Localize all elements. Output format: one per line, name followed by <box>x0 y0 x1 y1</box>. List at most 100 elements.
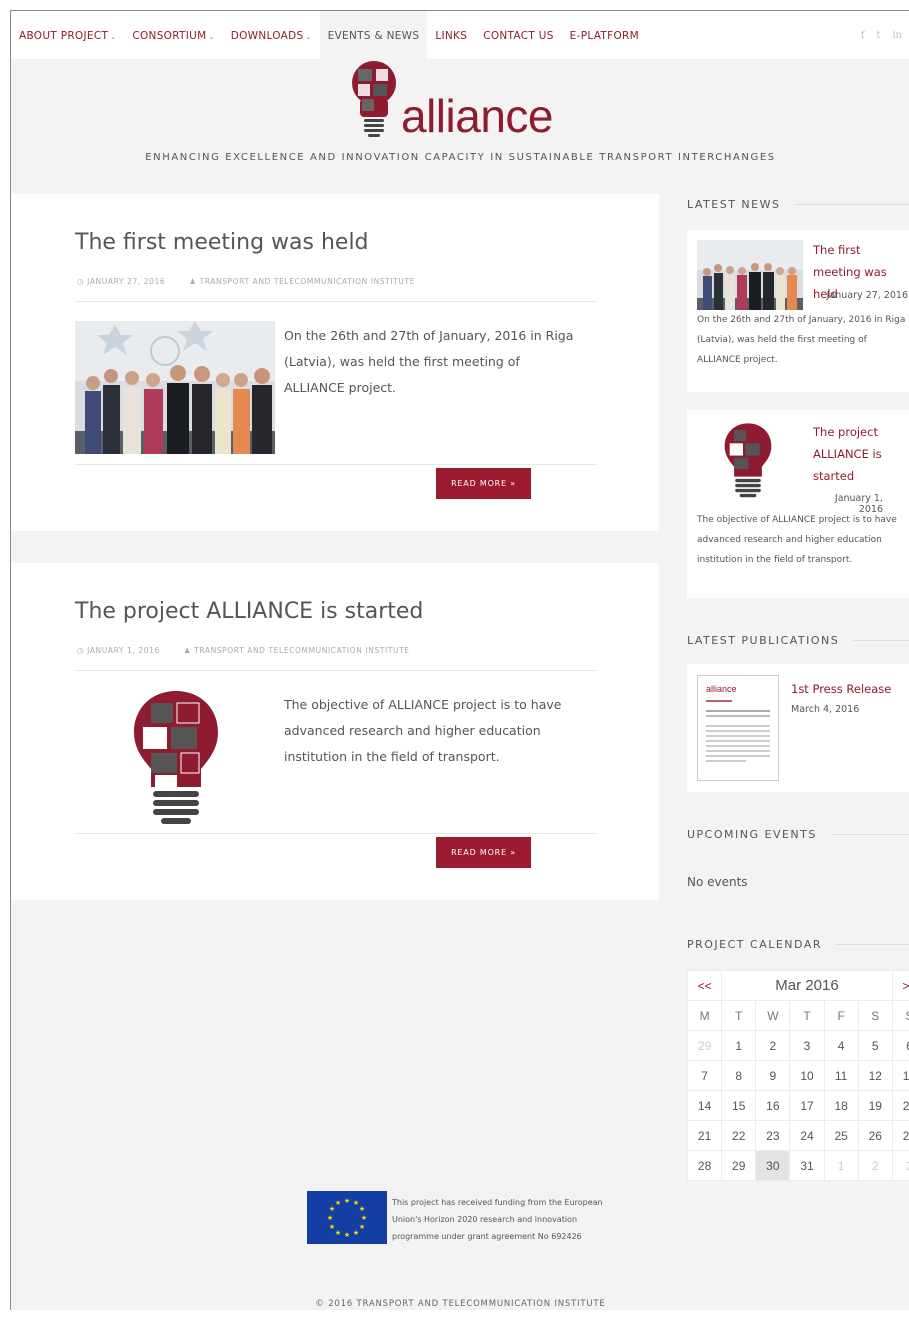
calendar-day[interactable]: 8 <box>721 1060 757 1091</box>
post-author[interactable]: TRANSPORT AND TELECOMMUNICATION INSTITUT… <box>194 646 409 655</box>
calendar-day[interactable]: 21 <box>686 1120 723 1151</box>
nav-consortium[interactable]: CONSORTIUM ⌄ <box>124 11 222 59</box>
calendar-day[interactable]: 27 <box>891 1120 909 1151</box>
calendar-day[interactable]: 19 <box>857 1090 893 1121</box>
weekday-label: F <box>823 1000 859 1031</box>
project-calendar: << Mar 2016 >> M T W T F S S 29 1 2 3 4 … <box>686 970 909 1181</box>
publication-title[interactable]: 1st Press Release <box>791 678 891 700</box>
calendar-day[interactable]: 31 <box>789 1150 825 1181</box>
post-author[interactable]: TRANSPORT AND TELECOMMUNICATION INSTITUT… <box>200 277 415 286</box>
user-icon: ♟ <box>189 277 197 286</box>
post-meta: ◷ JANUARY 27, 2016 ♟ TRANSPORT AND TELEC… <box>77 277 415 286</box>
calendar-day[interactable]: 22 <box>721 1120 757 1151</box>
calendar-day[interactable]: 17 <box>789 1090 825 1121</box>
divider <box>75 464 597 465</box>
calendar-day[interactable]: 3 <box>891 1150 909 1181</box>
news-thumbnail[interactable] <box>697 240 803 310</box>
nav-links[interactable]: LINKS <box>427 11 475 59</box>
calendar-day[interactable]: 15 <box>721 1090 757 1121</box>
calendar-day[interactable]: 4 <box>823 1030 859 1061</box>
nav-contact-us[interactable]: CONTACT US <box>475 11 561 59</box>
calendar-week-row: 28 29 30 31 1 2 3 <box>686 1150 909 1181</box>
calendar-day[interactable]: 2 <box>755 1030 791 1061</box>
top-navigation: ABOUT PROJECT ⌄ CONSORTIUM ⌄ DOWNLOADS ⌄ EV… <box>11 11 909 59</box>
calendar-day[interactable]: 26 <box>857 1120 893 1151</box>
calendar-day[interactable]: 25 <box>823 1120 859 1151</box>
twitter-icon[interactable]: t <box>876 30 880 41</box>
chevron-down-icon: ⌄ <box>110 33 117 41</box>
news-widget-title[interactable]: The project ALLIANCE is started <box>813 421 898 487</box>
linkedin-icon[interactable]: in <box>892 30 902 41</box>
facebook-icon[interactable]: f <box>861 30 865 41</box>
calendar-day[interactable]: 1 <box>823 1150 859 1181</box>
weekday-label: S <box>857 1000 893 1031</box>
calendar-day[interactable]: 29 <box>686 1030 723 1061</box>
calendar-day[interactable]: 18 <box>823 1090 859 1121</box>
lightbulb-illustration[interactable] <box>131 687 221 827</box>
nav-about-project[interactable]: ABOUT PROJECT ⌄ <box>11 11 124 59</box>
calendar-prev-button[interactable]: << <box>686 970 723 1001</box>
publication-thumbnail[interactable]: alliance <box>697 675 779 781</box>
nav-downloads[interactable]: DOWNLOADS ⌄ <box>223 11 320 59</box>
post-date[interactable]: JANUARY 27, 2016 <box>87 277 165 286</box>
site-logo[interactable]: alliance <box>346 59 606 149</box>
meeting-group-photo[interactable] <box>75 321 275 454</box>
post-excerpt: On the 26th and 27th of January, 2016 in… <box>284 328 574 395</box>
calendar-month-label: Mar 2016 <box>721 970 893 1001</box>
post-date[interactable]: JANUARY 1, 2016 <box>87 646 160 655</box>
calendar-day[interactable]: 28 <box>686 1150 723 1181</box>
news-widget-item: The project ALLIANCE is started January … <box>687 410 909 598</box>
publication-thumb-logo: alliance <box>706 684 737 694</box>
calendar-day[interactable]: 1 <box>721 1030 757 1061</box>
calendar-day[interactable]: 2 <box>857 1150 893 1181</box>
news-thumbnail-lightbulb[interactable] <box>723 420 773 500</box>
calendar-day[interactable]: 20 <box>891 1090 909 1121</box>
calendar-day[interactable]: 16 <box>755 1090 791 1121</box>
calendar-day[interactable]: 7 <box>686 1060 723 1091</box>
post-meta: ◷ JANUARY 1, 2016 ♟ TRANSPORT AND TELECO… <box>77 646 410 655</box>
weekday-label: W <box>755 1000 791 1031</box>
calendar-day[interactable]: 23 <box>755 1120 791 1151</box>
nav-e-platform[interactable]: E-PLATFORM <box>562 11 647 59</box>
chevron-down-icon: ⌄ <box>208 33 215 41</box>
divider <box>75 301 597 302</box>
svg-text:★: ★ <box>361 1214 367 1222</box>
calendar-day[interactable]: 29 <box>721 1150 757 1181</box>
read-more-button[interactable]: READ MORE » <box>436 837 531 868</box>
calendar-week-row: 21 22 23 24 25 26 27 <box>686 1120 909 1151</box>
eu-flag-icon: ★ ★ ★ ★ ★ ★ ★ ★ ★ ★ ★ ★ <box>307 1191 387 1244</box>
eu-stars-icon: ★ ★★ ★★★ ★★★ ★★★ <box>327 1197 367 1239</box>
divider <box>75 670 597 671</box>
calendar-day[interactable]: 12 <box>857 1060 893 1091</box>
clock-icon: ◷ <box>77 277 85 286</box>
read-more-button[interactable]: READ MORE » <box>436 468 531 499</box>
weekday-label: T <box>721 1000 757 1031</box>
calendar-day[interactable]: 3 <box>789 1030 825 1061</box>
calendar-day[interactable]: 11 <box>823 1060 859 1091</box>
calendar-next-button[interactable]: >> <box>891 970 909 1001</box>
calendar-day[interactable]: 13 <box>891 1060 909 1091</box>
post-title[interactable]: The first meeting was held <box>75 230 369 255</box>
calendar-day[interactable]: 6 <box>891 1030 909 1061</box>
calendar-day[interactable]: 5 <box>857 1030 893 1061</box>
calendar-day[interactable]: 9 <box>755 1060 791 1091</box>
svg-text:★: ★ <box>335 1199 341 1207</box>
post-title[interactable]: The project ALLIANCE is started <box>75 599 423 624</box>
calendar-day[interactable]: 14 <box>686 1090 723 1121</box>
svg-text:★: ★ <box>329 1223 335 1231</box>
post-card: The project ALLIANCE is started ◷ JANUAR… <box>11 563 659 900</box>
calendar-day-today[interactable]: 30 <box>755 1150 791 1181</box>
logo-wordmark: alliance <box>401 90 554 142</box>
calendar-header-row: << Mar 2016 >> <box>686 970 909 1001</box>
nav-events-news[interactable]: EVENTS & NEWS <box>319 11 428 59</box>
news-widget-date: January 27, 2016 <box>826 290 908 301</box>
social-links: f t in <box>861 11 902 59</box>
project-calendar-heading: PROJECT CALENDAR <box>687 938 909 951</box>
calendar-day[interactable]: 10 <box>789 1060 825 1091</box>
calendar-weekday-row: M T W T F S S <box>686 1000 909 1031</box>
latest-publications-heading: LATEST PUBLICATIONS <box>687 634 909 647</box>
news-widget-excerpt: On the 26th and 27th of January, 2016 in… <box>697 315 906 365</box>
svg-text:★: ★ <box>327 1214 333 1222</box>
clock-icon: ◷ <box>77 646 85 655</box>
calendar-day[interactable]: 24 <box>789 1120 825 1151</box>
